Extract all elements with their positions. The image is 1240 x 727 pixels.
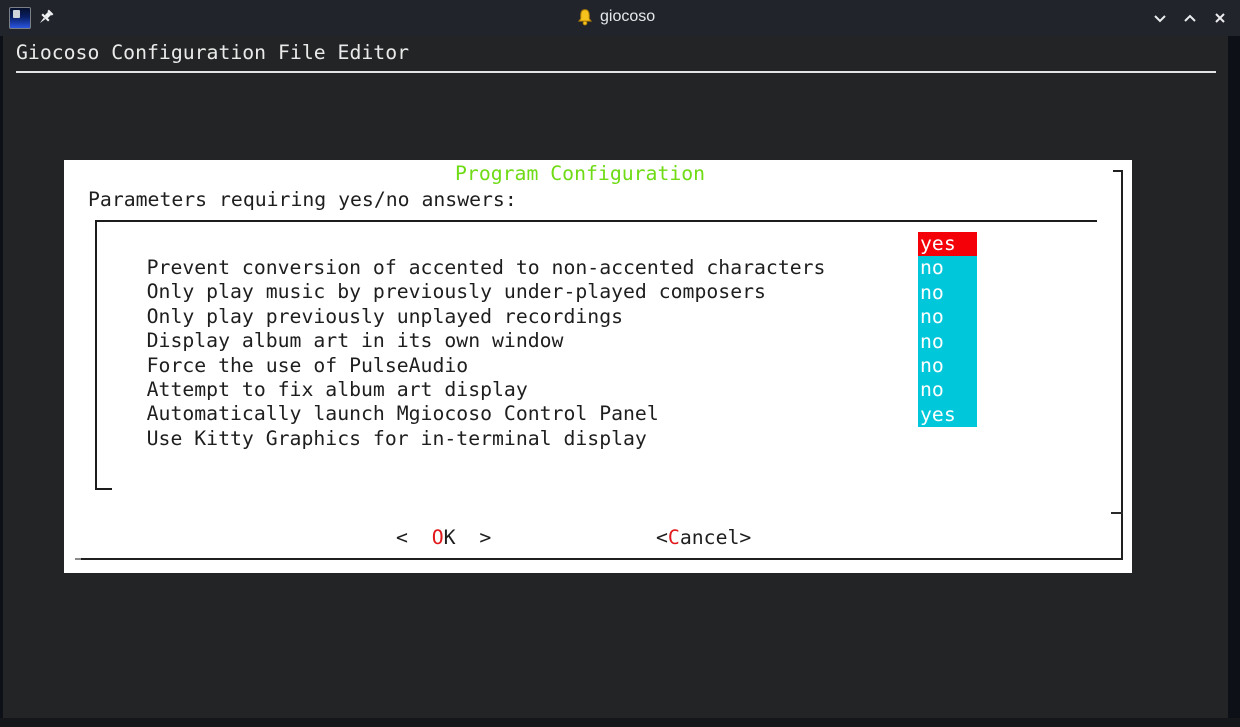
parameter-row[interactable]: Prevent conversion of accented to non-ac…	[99, 232, 1109, 256]
chevron-up-icon	[1181, 9, 1199, 27]
parameter-value: yes	[918, 403, 977, 427]
window-edge	[0, 718, 1240, 727]
bell-icon	[576, 8, 594, 27]
chevron-down-icon	[1151, 9, 1169, 27]
header-rule	[16, 71, 1216, 73]
maximize-button[interactable]	[1181, 9, 1199, 27]
ok-hotkey: O	[432, 526, 444, 549]
listbox-border-top	[95, 220, 1097, 222]
minimize-button[interactable]	[1151, 9, 1169, 27]
parameter-row[interactable]: Display album art in its own window no	[99, 305, 1109, 329]
parameter-row[interactable]: Only play previously unplayed recordings…	[99, 281, 1109, 305]
app-icon-glyph	[13, 10, 20, 18]
application-window: giocoso Giocoso Configuration File Edito…	[0, 0, 1240, 727]
parameter-value: no	[918, 305, 977, 329]
terminal-screen: Giocoso Configuration File Editor Progra…	[3, 36, 1228, 718]
ok-bracket-left: <	[396, 526, 432, 549]
terminal-app-icon[interactable]	[9, 7, 31, 29]
cancel-button[interactable]: <Cancel>	[656, 526, 751, 550]
close-x-icon	[1211, 9, 1229, 27]
parameter-row[interactable]: Attempt to fix album art display no	[99, 354, 1109, 378]
parameter-row[interactable]: Only play music by previously under-play…	[99, 256, 1109, 280]
parameter-label: Use Kitty Graphics for in-terminal displ…	[147, 427, 647, 450]
parameter-value: no	[918, 256, 977, 280]
window-title: giocoso	[600, 8, 655, 26]
parameter-row[interactable]: Use Kitty Graphics for in-terminal displ…	[99, 403, 1109, 427]
parameter-value: no	[918, 330, 977, 354]
dialog-border-bottom-stub	[75, 558, 81, 560]
dialog-subtitle: Parameters requiring yes/no answers:	[88, 188, 517, 212]
ok-label-rest: K >	[444, 526, 492, 549]
dialog-separator-tick	[1111, 512, 1123, 514]
cancel-hotkey: C	[668, 526, 680, 549]
config-dialog: Program Configuration Parameters requiri…	[64, 160, 1132, 573]
ok-button[interactable]: < OK >	[396, 526, 491, 550]
parameter-value: no	[918, 281, 977, 305]
dialog-border-bottom	[75, 558, 1123, 560]
titlebar: giocoso	[0, 0, 1240, 36]
dialog-title: Program Configuration	[455, 162, 705, 186]
listbox-border-left	[95, 220, 97, 490]
pushpin-icon[interactable]	[37, 9, 54, 26]
cancel-bracket-left: <	[656, 526, 668, 549]
parameter-value: no	[918, 354, 977, 378]
dialog-border-corner	[1113, 170, 1123, 172]
close-button[interactable]	[1211, 9, 1229, 27]
parameter-row[interactable]: Automatically launch Mgiocoso Control Pa…	[99, 378, 1109, 402]
parameter-value: no	[918, 378, 977, 402]
dialog-border-right	[1121, 170, 1123, 560]
terminal-header: Giocoso Configuration File Editor	[16, 41, 409, 65]
cancel-label-rest: ancel>	[680, 526, 751, 549]
parameter-row[interactable]: Force the use of PulseAudio no	[99, 330, 1109, 354]
parameter-value: yes	[918, 232, 977, 256]
